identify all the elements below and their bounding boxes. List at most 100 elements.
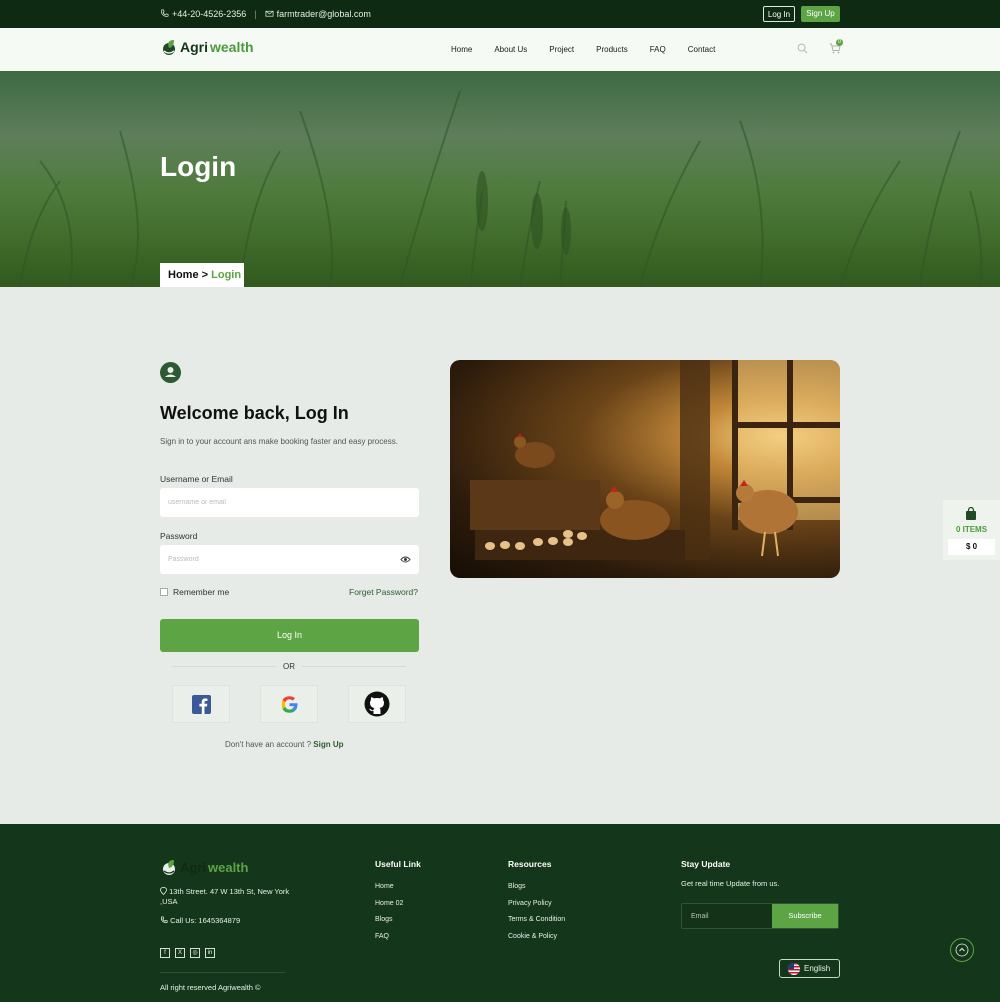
phone-item[interactable]: +44-20-4526-2356 bbox=[160, 9, 246, 19]
top-contact: +44-20-4526-2356 | farmtrader@global.com bbox=[160, 9, 371, 19]
breadcrumb-home[interactable]: Home bbox=[168, 269, 199, 281]
facebook-icon bbox=[191, 694, 211, 714]
welcome-heading: Welcome back, Log In bbox=[160, 403, 349, 423]
top-bar: +44-20-4526-2356 | farmtrader@global.com… bbox=[0, 0, 1000, 28]
footer-social-links: f X ◎ in bbox=[160, 948, 215, 958]
signup-prompt: Don't have an account ? Sign Up bbox=[225, 740, 343, 749]
or-divider-left bbox=[172, 666, 276, 667]
chicken-coop-image bbox=[450, 360, 840, 578]
logo-leaf-icon bbox=[163, 860, 175, 875]
footer-address: 13th Street. 47 W 13th St, New York ,USA bbox=[160, 887, 300, 907]
floating-cart-widget[interactable]: 0 ITEMS $ 0 bbox=[943, 500, 1000, 560]
footer-copyright: All right reserved Agriwealth © bbox=[160, 983, 261, 992]
signup-prompt-text: Don't have an account ? bbox=[225, 740, 312, 749]
arrow-up-icon bbox=[955, 943, 969, 957]
stay-update-title: Stay Update bbox=[681, 859, 731, 869]
login-button[interactable]: Log In bbox=[160, 619, 419, 652]
cart-items-count: 0 ITEMS bbox=[955, 525, 988, 534]
phone-icon bbox=[160, 916, 168, 923]
footer-call-text: Call Us: 1645364879 bbox=[170, 916, 241, 925]
show-password-icon[interactable] bbox=[400, 555, 411, 564]
footer-divider bbox=[160, 972, 285, 973]
top-signup-button[interactable]: Sign Up bbox=[801, 6, 840, 22]
signup-link[interactable]: Sign Up bbox=[313, 740, 343, 749]
scroll-to-top-button[interactable] bbox=[950, 938, 974, 962]
github-login-button[interactable] bbox=[348, 685, 406, 723]
resources-title: Resources bbox=[508, 859, 552, 869]
resources-list: Blogs Privacy Policy Terms & Condition C… bbox=[508, 879, 565, 946]
google-login-button[interactable] bbox=[260, 685, 318, 723]
logo-text-agri: Agri bbox=[180, 39, 208, 55]
password-input[interactable] bbox=[160, 545, 419, 574]
footer: Agri wealth 13th Street. 47 W 13th St, Ne… bbox=[0, 824, 1000, 1002]
footer-link-home-02[interactable]: Home 02 bbox=[375, 896, 403, 913]
breadcrumb-separator-icon: > bbox=[201, 269, 209, 281]
footer-call[interactable]: Call Us: 1645364879 bbox=[160, 916, 240, 925]
page-title: Login bbox=[160, 151, 237, 182]
footer-logo[interactable]: Agri wealth bbox=[160, 858, 248, 876]
email-item[interactable]: farmtrader@global.com bbox=[265, 9, 371, 19]
nav-contact[interactable]: Contact bbox=[688, 45, 716, 54]
nav-faq[interactable]: FAQ bbox=[650, 45, 666, 54]
remember-me: Remember me bbox=[160, 587, 229, 597]
remember-label[interactable]: Remember me bbox=[173, 587, 229, 597]
main-nav: Agri wealth Home About Us Project Product… bbox=[0, 28, 1000, 71]
nav-products[interactable]: Products bbox=[596, 45, 628, 54]
nav-links: Home About Us Project Products FAQ Conta… bbox=[451, 45, 737, 54]
breadcrumb-current: Login bbox=[211, 269, 242, 281]
nav-project[interactable]: Project bbox=[549, 45, 574, 54]
username-input[interactable] bbox=[160, 488, 419, 517]
logo-leaf-icon bbox=[163, 40, 175, 55]
useful-links-title: Useful Link bbox=[375, 859, 421, 869]
location-pin-icon bbox=[160, 887, 167, 896]
mail-icon bbox=[265, 10, 274, 17]
footer-link-blogs[interactable]: Blogs bbox=[375, 912, 403, 929]
footer-logo-wealth: wealth bbox=[208, 859, 249, 875]
cart-count-badge: 0 bbox=[836, 39, 843, 46]
linkedin-icon[interactable]: in bbox=[205, 948, 215, 958]
logo-text-wealth: wealth bbox=[210, 39, 254, 55]
phone-icon bbox=[161, 9, 169, 17]
nav-home[interactable]: Home bbox=[451, 45, 472, 54]
user-badge-icon bbox=[160, 362, 181, 383]
google-icon bbox=[281, 695, 297, 713]
language-selector[interactable]: English bbox=[779, 959, 840, 978]
footer-link-cookie[interactable]: Cookie & Policy bbox=[508, 929, 565, 946]
nav-about[interactable]: About Us bbox=[494, 45, 527, 54]
instagram-icon[interactable]: ◎ bbox=[190, 948, 200, 958]
phone-text: +44-20-4526-2356 bbox=[172, 9, 247, 19]
footer-link-privacy[interactable]: Privacy Policy bbox=[508, 896, 565, 913]
github-icon bbox=[364, 691, 390, 717]
forgot-password-link[interactable]: Forget Password? bbox=[349, 587, 418, 597]
footer-link-faq[interactable]: FAQ bbox=[375, 929, 403, 946]
us-flag-icon bbox=[788, 963, 800, 975]
language-label: English bbox=[804, 964, 831, 973]
footer-link-blogs-resource[interactable]: Blogs bbox=[508, 879, 565, 896]
footer-link-terms[interactable]: Terms & Condition bbox=[508, 912, 565, 929]
footer-address-text: 13th Street. 47 W 13th St, New York ,USA bbox=[160, 887, 290, 906]
or-divider-right bbox=[302, 666, 406, 667]
grass-background-image bbox=[19, 90, 983, 287]
shopping-bag-icon bbox=[966, 507, 976, 520]
facebook-login-button[interactable] bbox=[172, 685, 230, 723]
cart-total: $ 0 bbox=[948, 539, 995, 555]
stay-update-text: Get real time Update from us. bbox=[681, 879, 780, 888]
divider: | bbox=[254, 9, 257, 19]
breadcrumb: Home > Login bbox=[160, 263, 244, 287]
welcome-subtext: Sign in to your account ans make booking… bbox=[160, 437, 398, 446]
x-twitter-icon[interactable]: X bbox=[175, 948, 185, 958]
useful-links-list: Home Home 02 Blogs FAQ bbox=[375, 879, 403, 946]
password-label: Password bbox=[160, 531, 198, 541]
top-login-button[interactable]: Log In bbox=[763, 6, 795, 22]
footer-logo-agri: Agri bbox=[180, 859, 206, 875]
or-label: OR bbox=[283, 662, 295, 671]
username-label: Username or Email bbox=[160, 474, 233, 484]
email-placeholder: Email bbox=[691, 913, 709, 920]
facebook-icon[interactable]: f bbox=[160, 948, 170, 958]
footer-link-home[interactable]: Home bbox=[375, 879, 403, 896]
remember-checkbox[interactable] bbox=[160, 588, 168, 596]
subscribe-button[interactable]: Subscribe bbox=[772, 904, 838, 928]
logo[interactable]: Agri wealth bbox=[160, 38, 254, 56]
hero-banner: Login Home > Login bbox=[0, 71, 1000, 287]
search-icon[interactable] bbox=[797, 43, 808, 54]
